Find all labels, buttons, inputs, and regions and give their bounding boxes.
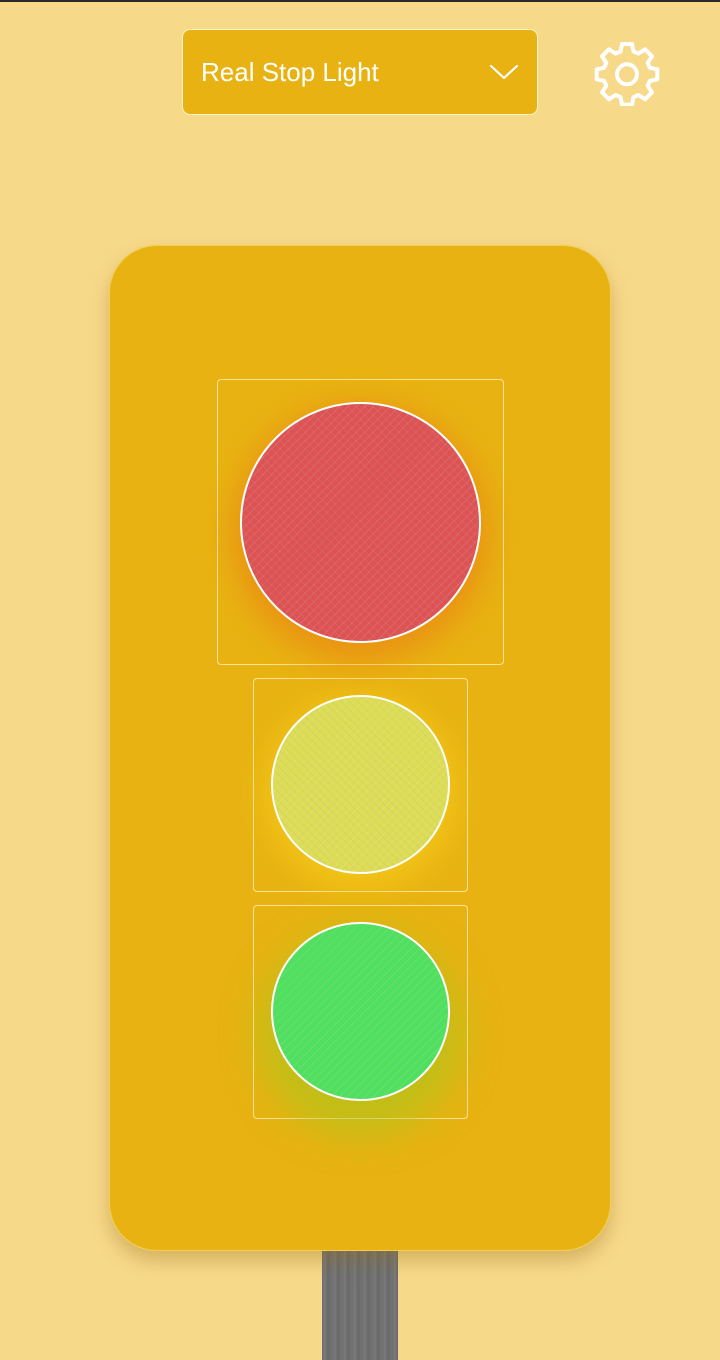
red-lamp[interactable] [240, 402, 481, 643]
status-bar-edge [0, 0, 720, 2]
chevron-down-icon [489, 64, 519, 80]
app-screen: Real Stop Light [0, 0, 720, 1360]
traffic-light-pole [322, 1250, 398, 1360]
settings-button[interactable] [590, 36, 664, 110]
yellow-lamp[interactable] [271, 695, 450, 874]
mode-dropdown-value: Real Stop Light [201, 56, 379, 87]
green-lamp[interactable] [271, 922, 450, 1101]
mode-dropdown[interactable]: Real Stop Light [182, 29, 538, 115]
gear-icon [594, 42, 660, 106]
